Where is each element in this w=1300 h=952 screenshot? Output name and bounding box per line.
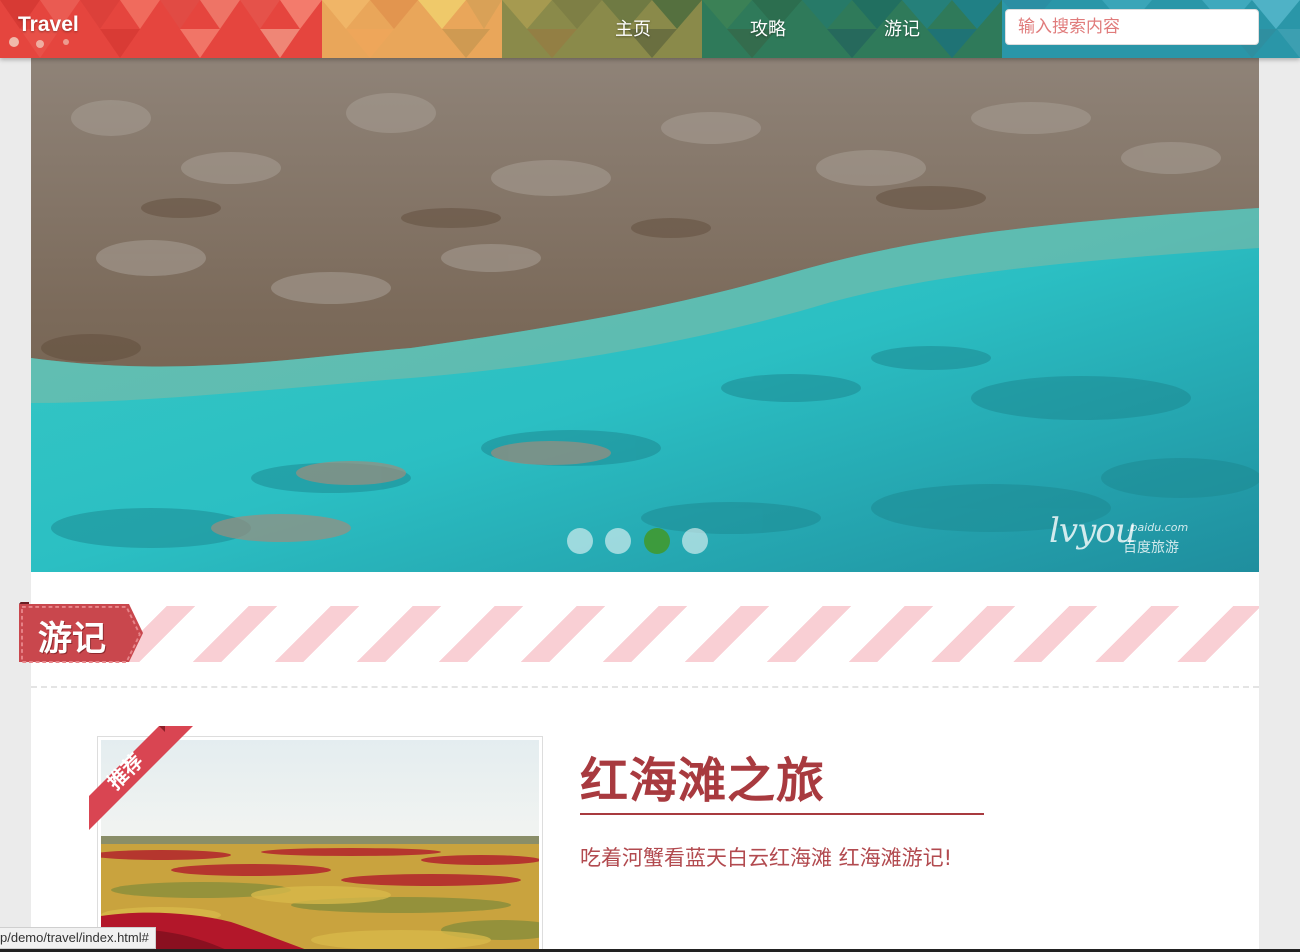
hero-carousel[interactable]: lvyou .baidu.com 百度旅游	[31, 58, 1259, 572]
browser-status-bar: p/demo/travel/index.html#	[0, 927, 156, 949]
carousel-dot-2[interactable]	[605, 528, 631, 554]
section-divider	[31, 686, 1259, 688]
watermark-domain: .baidu.com	[1127, 521, 1189, 534]
image-watermark: lvyou .baidu.com 百度旅游	[1043, 511, 1223, 561]
section-banner-stripes	[31, 606, 1259, 662]
nav-travelogues[interactable]: 游记	[884, 15, 920, 41]
content-card: lvyou .baidu.com 百度旅游 红海滩之旅 吃着河蟹看蓝天白云红海滩…	[31, 58, 1259, 952]
watermark-cn: 百度旅游	[1123, 540, 1179, 556]
carousel-dot-1[interactable]	[567, 528, 593, 554]
carousel-dot-4[interactable]	[682, 528, 708, 554]
site-logo[interactable]: Travel	[18, 13, 79, 37]
search-input[interactable]	[1005, 9, 1259, 45]
top-navbar: Travel 主页 攻略 游记	[0, 0, 1300, 58]
nav-guides[interactable]: 攻略	[750, 15, 786, 41]
title-underline	[580, 813, 984, 815]
article-title[interactable]: 红海滩之旅	[580, 741, 825, 811]
article-summary: 吃着河蟹看蓝天白云红海滩 红海滩游记!	[580, 846, 953, 870]
hero-image	[31, 58, 1259, 572]
carousel-dot-3[interactable]	[644, 528, 670, 554]
section-tag-label: 游记	[38, 619, 106, 659]
nav-home[interactable]: 主页	[615, 15, 651, 41]
